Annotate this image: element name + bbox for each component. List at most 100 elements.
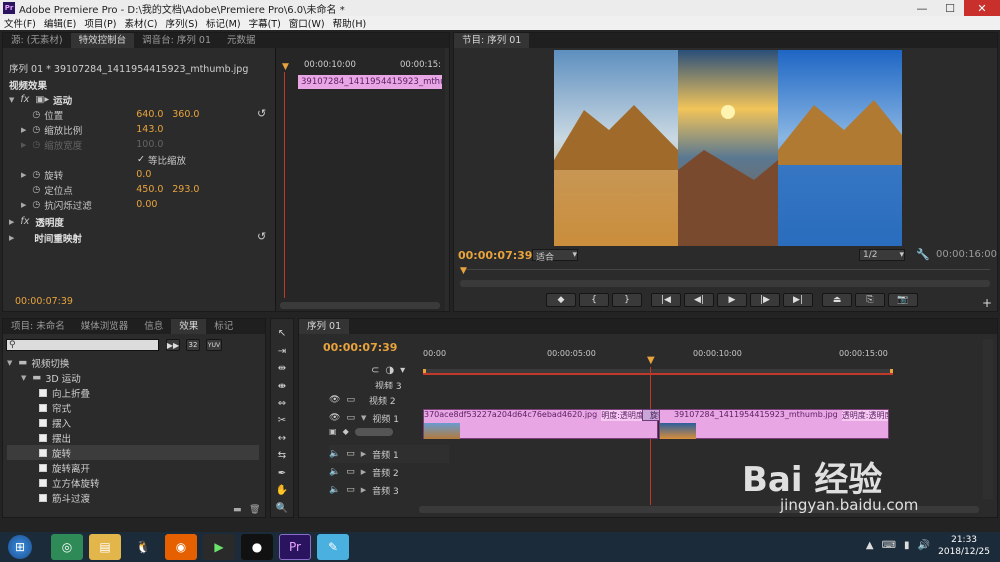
tab-sequence-01[interactable]: 序列 01 <box>299 319 350 334</box>
menu-edit[interactable]: 编辑(E) <box>40 16 80 30</box>
resolution-dropdown[interactable]: 1/2 ▾ <box>859 249 905 261</box>
browser-360-icon[interactable]: ◎ <box>51 534 83 560</box>
minimize-button[interactable]: — <box>908 0 936 16</box>
menu-file[interactable]: 文件(F) <box>0 16 40 30</box>
tab-source[interactable]: 源: (无素材) <box>3 33 71 48</box>
qq-icon[interactable]: 🐧 <box>127 534 159 560</box>
tab-project[interactable]: 项目: 未命名 <box>3 319 73 334</box>
rate-stretch-tool-icon[interactable]: ⇔ <box>275 397 289 410</box>
system-clock[interactable]: 21:33 2018/12/25 <box>938 534 990 558</box>
expand-triangle-icon[interactable]: ▼ <box>9 96 14 104</box>
tree-folder-3d-motion[interactable]: ▼ ▬ 3D 运动 <box>7 370 259 385</box>
menu-title[interactable]: 字幕(T) <box>245 16 285 30</box>
extract-icon[interactable]: ⎘ <box>855 293 885 307</box>
notes-app-icon[interactable]: ✎ <box>317 534 349 560</box>
stopwatch-icon[interactable]: ◷ <box>32 110 40 120</box>
menu-clip[interactable]: 素材(C) <box>120 16 161 30</box>
stopwatch-icon[interactable]: ◷ <box>32 200 40 210</box>
motion-row[interactable]: ▼ fx ▣▸ 运动 <box>9 92 72 107</box>
stopwatch-icon[interactable]: ◷ <box>32 185 40 195</box>
checkbox-checked-icon[interactable]: ✓ <box>137 154 145 165</box>
clip-1-opacity-dropdown[interactable]: 明度:透明度 <box>601 410 644 421</box>
track-select-tool-icon[interactable]: ⇥ <box>275 344 289 357</box>
start-button-icon[interactable]: ⊞ <box>8 535 32 559</box>
program-playhead-icon[interactable]: ▼ <box>460 266 467 276</box>
tree-item[interactable]: 立方体旋转 <box>7 475 259 490</box>
clip-2-opacity-dropdown[interactable]: 透明度:透明度 <box>841 410 888 421</box>
menu-marker[interactable]: 标记(M) <box>202 16 245 30</box>
step-back-icon[interactable]: ◀| <box>684 293 714 307</box>
tree-item[interactable]: 摆入 <box>7 415 259 430</box>
video-app-icon[interactable]: ▶ <box>203 534 235 560</box>
play-icon[interactable]: ▶ <box>717 293 747 307</box>
lock-icon[interactable]: ▭ <box>346 413 355 423</box>
timeline-ruler[interactable]: 00:00 00:00:05:00 00:00:10:00 00:00:15:0… <box>423 349 958 377</box>
tab-info[interactable]: 信息 <box>136 319 171 334</box>
keyframe-icon[interactable]: ◆ <box>343 427 349 436</box>
mini-scrollbar[interactable] <box>280 302 440 309</box>
keyframe-nav[interactable] <box>354 427 393 436</box>
menu-window[interactable]: 窗口(W) <box>285 16 329 30</box>
tree-folder-video-transitions[interactable]: ▼ ▬ 视频切换 <box>7 355 259 370</box>
premiere-taskbar-icon[interactable]: Pr <box>279 534 311 560</box>
playhead-icon[interactable]: ▼ <box>282 62 289 72</box>
tree-item-selected[interactable]: 旋转 <box>7 445 259 460</box>
32bit-effects-badge[interactable]: 32 <box>186 339 200 351</box>
tree-item[interactable]: 帘式 <box>7 400 259 415</box>
tab-media-browser[interactable]: 媒体浏览器 <box>73 319 137 334</box>
menu-help[interactable]: 帮助(H) <box>329 16 371 30</box>
export-frame-icon[interactable]: 📷 <box>888 293 918 307</box>
menu-project[interactable]: 项目(P) <box>80 16 120 30</box>
timeline-playhead-icon[interactable]: ▼ <box>647 355 655 366</box>
mini-clip[interactable]: 39107284_1411954415923_mthumb.jpg <box>298 75 442 89</box>
close-button[interactable]: ✕ <box>964 0 1000 16</box>
opacity-row[interactable]: ▶ fx 透明度 <box>9 214 64 229</box>
position-x-value[interactable]: 640.0 <box>136 109 172 120</box>
snap-icon[interactable]: ⊂ <box>371 365 379 376</box>
rotation-value[interactable]: 0.0 <box>136 169 151 180</box>
tab-effect-controls[interactable]: 特效控制台 <box>70 33 135 48</box>
effects-search-input[interactable]: ⚲ <box>6 339 159 351</box>
speaker-icon[interactable]: 🔈 <box>329 467 340 477</box>
selection-tool-icon[interactable]: ↖ <box>275 327 289 340</box>
zoom-tool-icon[interactable]: 🔍 <box>275 502 289 515</box>
lock-icon[interactable]: ▭ <box>346 449 355 459</box>
reset-icon[interactable]: ↺ <box>257 107 266 120</box>
lift-icon[interactable]: ⏏ <box>822 293 852 307</box>
tab-effects[interactable]: 效果 <box>171 319 207 334</box>
slide-tool-icon[interactable]: ⇆ <box>275 449 289 462</box>
timeline-clip-1[interactable]: 370ace8df53227a204d64c76ebad4620.jpg 明度:… <box>423 409 658 439</box>
effect-controls-timecode[interactable]: 00:00:07:39 <box>15 296 73 307</box>
network-icon[interactable]: ▮ <box>904 540 910 551</box>
program-zoom-bar[interactable] <box>460 280 990 287</box>
tab-markers[interactable]: 标记 <box>206 319 241 334</box>
reset-icon[interactable]: ↺ <box>257 230 266 243</box>
keyboard-icon[interactable]: ⌨ <box>882 540 896 551</box>
accelerated-effects-icon[interactable]: ▶▶ <box>166 339 180 351</box>
step-forward-icon[interactable]: |▶ <box>750 293 780 307</box>
tree-item[interactable]: 向上折叠 <box>7 385 259 400</box>
yuv-effects-badge[interactable]: YUV <box>206 339 222 351</box>
position-y-value[interactable]: 360.0 <box>172 109 199 120</box>
program-ruler[interactable] <box>460 269 990 279</box>
anti-flicker-value[interactable]: 0.00 <box>136 199 157 210</box>
tab-metadata[interactable]: 元数据 <box>219 33 264 48</box>
lock-icon[interactable]: ▭ <box>346 395 355 405</box>
stopwatch-icon[interactable]: ◷ <box>32 170 40 180</box>
speaker-icon[interactable]: 🔈 <box>329 449 340 459</box>
lock-icon[interactable]: ▭ <box>346 485 355 495</box>
tray-arrow-icon[interactable]: ▲ <box>866 540 874 551</box>
add-button-icon[interactable]: + <box>982 296 992 310</box>
rolling-edit-tool-icon[interactable]: ⇼ <box>275 379 289 392</box>
razor-tool-icon[interactable]: ✂ <box>275 414 289 427</box>
firefox-icon[interactable]: ◉ <box>165 534 197 560</box>
recorder-icon[interactable]: ● <box>241 534 273 560</box>
go-to-in-icon[interactable]: |◀ <box>651 293 681 307</box>
timeline-clip-2[interactable]: 39107284_1411954415923_mthumb.jpg 透明度:透明… <box>659 409 889 439</box>
pen-tool-icon[interactable]: ✒ <box>275 467 289 480</box>
add-marker-icon[interactable]: ▾ <box>400 365 405 376</box>
marker-icon[interactable]: ◑ <box>385 365 394 376</box>
go-to-out-icon[interactable]: ▶| <box>783 293 813 307</box>
anchor-x-value[interactable]: 450.0 <box>136 184 172 195</box>
stopwatch-icon[interactable]: ◷ <box>32 125 40 135</box>
